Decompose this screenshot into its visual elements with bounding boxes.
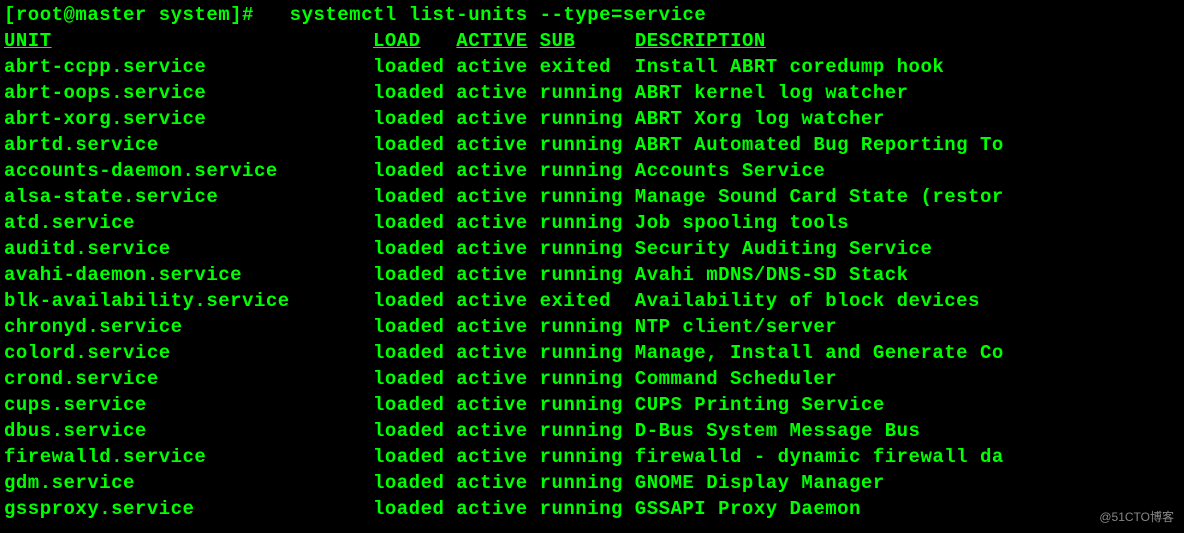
table-header: UNIT LOAD ACTIVE SUB DESCRIPTION bbox=[4, 28, 1180, 54]
header-unit: UNIT bbox=[4, 30, 52, 52]
table-row: gdm.service loaded active running GNOME … bbox=[4, 470, 1180, 496]
table-row: colord.service loaded active running Man… bbox=[4, 340, 1180, 366]
table-row: avahi-daemon.service loaded active runni… bbox=[4, 262, 1180, 288]
table-row: abrtd.service loaded active running ABRT… bbox=[4, 132, 1180, 158]
watermark: @51CTO博客 bbox=[1099, 509, 1174, 525]
table-row: chronyd.service loaded active running NT… bbox=[4, 314, 1180, 340]
header-sub: SUB bbox=[540, 30, 576, 52]
table-row: auditd.service loaded active running Sec… bbox=[4, 236, 1180, 262]
table-row: gssproxy.service loaded active running G… bbox=[4, 496, 1180, 522]
header-description: DESCRIPTION bbox=[635, 30, 766, 52]
prompt-line: [root@master system]# systemctl list-uni… bbox=[4, 2, 1180, 28]
table-row: dbus.service loaded active running D-Bus… bbox=[4, 418, 1180, 444]
header-active: ACTIVE bbox=[456, 30, 527, 52]
table-row: firewalld.service loaded active running … bbox=[4, 444, 1180, 470]
table-row: alsa-state.service loaded active running… bbox=[4, 184, 1180, 210]
prompt-user-host: [root@master system]# bbox=[4, 4, 254, 26]
header-load: LOAD bbox=[373, 30, 421, 52]
table-row: abrt-oops.service loaded active running … bbox=[4, 80, 1180, 106]
table-row: atd.service loaded active running Job sp… bbox=[4, 210, 1180, 236]
prompt-command: systemctl list-units --type=service bbox=[290, 4, 707, 26]
table-body: abrt-ccpp.service loaded active exited I… bbox=[4, 54, 1180, 522]
table-row: blk-availability.service loaded active e… bbox=[4, 288, 1180, 314]
table-row: crond.service loaded active running Comm… bbox=[4, 366, 1180, 392]
table-row: abrt-xorg.service loaded active running … bbox=[4, 106, 1180, 132]
table-row: abrt-ccpp.service loaded active exited I… bbox=[4, 54, 1180, 80]
table-row: cups.service loaded active running CUPS … bbox=[4, 392, 1180, 418]
table-row: accounts-daemon.service loaded active ru… bbox=[4, 158, 1180, 184]
